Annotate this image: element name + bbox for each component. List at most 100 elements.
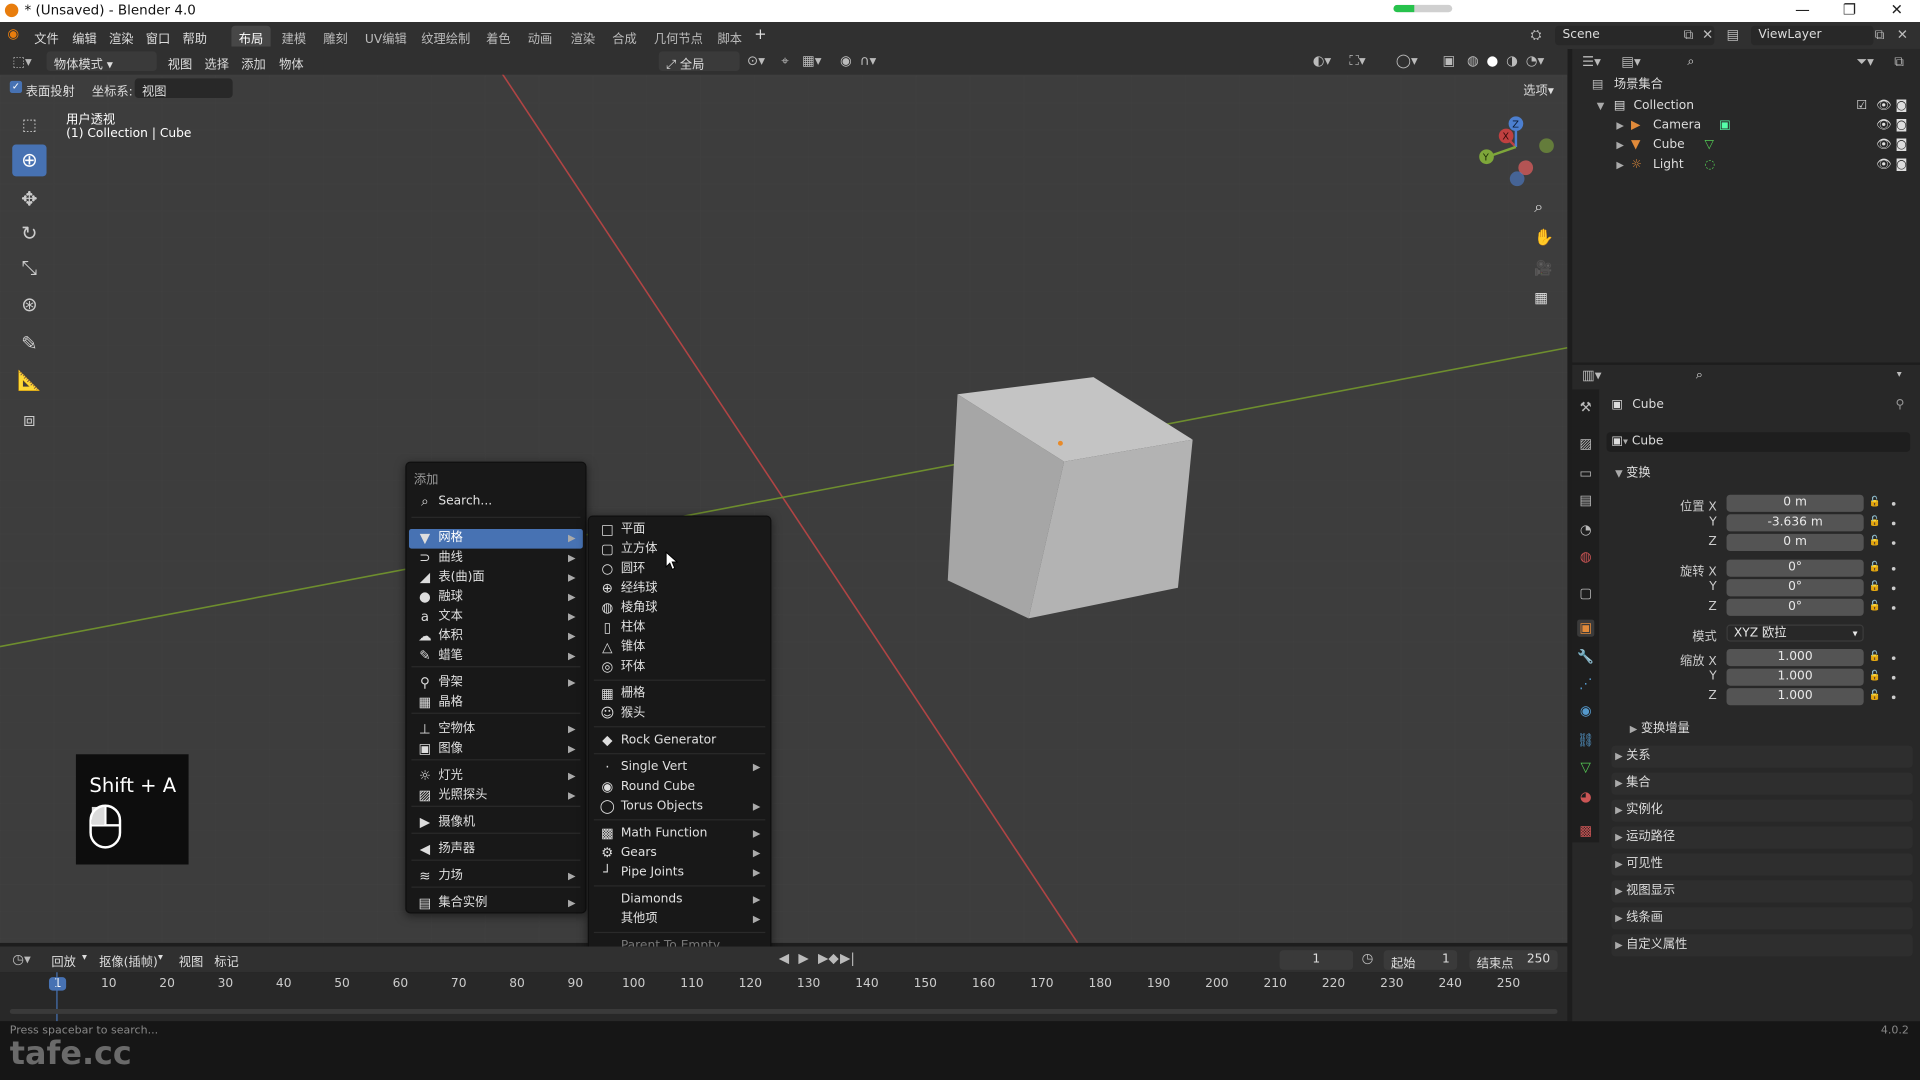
add-menu-item[interactable]: a 文本 ▶ bbox=[409, 607, 583, 627]
properties-section[interactable]: ▶ 可见性 bbox=[1611, 853, 1913, 876]
data-tab-icon[interactable]: ▽ bbox=[1577, 759, 1594, 776]
restore-icon[interactable]: ❐ bbox=[1843, 1, 1856, 18]
start-frame-field[interactable]: 起始 1 bbox=[1383, 950, 1458, 971]
scene-selector-icon[interactable]: ⛭ bbox=[1531, 27, 1542, 44]
properties-editor-icon[interactable]: ▥▾ bbox=[1582, 367, 1601, 383]
eye-icon[interactable]: 👁 bbox=[1876, 116, 1892, 136]
mesh-menu-item[interactable]: 其他项 ▶ bbox=[591, 910, 767, 930]
eye-icon[interactable]: 👁 bbox=[1876, 156, 1892, 176]
select-box-tool-icon[interactable]: ⬚ bbox=[12, 110, 46, 142]
material-shading-icon[interactable]: ◑ bbox=[1506, 53, 1518, 69]
move-tool-icon[interactable]: ✥ bbox=[12, 184, 46, 216]
tab-modeling[interactable]: 建模 bbox=[274, 26, 313, 46]
camera-render-icon[interactable]: ◙ bbox=[1896, 116, 1908, 136]
add-menu-item[interactable]: ▣ 图像 ▶ bbox=[409, 740, 583, 760]
falloff-icon[interactable]: ∩▾ bbox=[860, 53, 877, 69]
add-menu-item[interactable]: ▦ 晶格 bbox=[409, 693, 583, 713]
outliner-row-collection[interactable]: ▼ ▤ Collection ☑ 👁 ◙ bbox=[1572, 97, 1920, 117]
location-y-field[interactable]: -3.636 m bbox=[1726, 514, 1864, 532]
keyframe-dot-icon[interactable] bbox=[1891, 606, 1896, 610]
add-menu-item[interactable]: ◢ 表(曲)面 ▶ bbox=[409, 568, 583, 588]
add-menu-item[interactable]: ▤ 集合实例 ▶ bbox=[409, 894, 583, 914]
add-menu-item[interactable]: ● 融球 ▶ bbox=[409, 588, 583, 608]
keyframe-dot-icon[interactable] bbox=[1891, 695, 1896, 700]
new-view-layer-icon[interactable]: ⧉ bbox=[1875, 27, 1885, 44]
add-menu-item[interactable]: ✎ 蜡笔 ▶ bbox=[409, 647, 583, 667]
menu-edit[interactable]: 编辑 bbox=[72, 28, 96, 46]
mesh-menu-item[interactable]: ⚙ Gears ▶ bbox=[591, 844, 767, 864]
menu-render[interactable]: 渲染 bbox=[109, 28, 133, 46]
mesh-menu-item[interactable]: ◯ Torus Objects ▶ bbox=[591, 797, 767, 817]
pivot-icon[interactable]: ⊙▾ bbox=[747, 53, 765, 69]
outliner-row-light[interactable]: ▶ ☼ Light ◌ 👁 ◙ bbox=[1572, 156, 1920, 176]
lock-icon[interactable]: 🔓 bbox=[1869, 496, 1881, 507]
keyframe-dot-icon[interactable] bbox=[1891, 566, 1896, 571]
keyframe-dot-icon[interactable] bbox=[1891, 521, 1896, 526]
editor-type-icon[interactable]: ⬚▾ bbox=[12, 54, 31, 70]
xray-icon[interactable]: ▣ bbox=[1442, 53, 1455, 69]
pin-icon[interactable]: ⚲ bbox=[1896, 398, 1905, 411]
outliner-row-scene-collection[interactable]: ▤ 场景集合 bbox=[1572, 76, 1920, 96]
mesh-menu-item[interactable]: ┘ Pipe Joints ▶ bbox=[591, 863, 767, 883]
keyframe-dot-icon[interactable] bbox=[1891, 586, 1896, 591]
mesh-menu-item[interactable]: ◎ 环体 bbox=[591, 658, 767, 678]
properties-section[interactable]: ▶ 自定义属性 bbox=[1611, 934, 1913, 957]
object-tab-icon[interactable]: ▣ bbox=[1577, 619, 1595, 637]
tab-shading[interactable]: 着色 bbox=[479, 26, 518, 46]
tab-rendering[interactable]: 渲染 bbox=[563, 26, 602, 46]
object-name-field[interactable]: ▣▾ Cube bbox=[1606, 432, 1911, 452]
mesh-menu-item[interactable]: ▩ Math Function ▶ bbox=[591, 824, 767, 844]
camera-render-icon[interactable]: ◙ bbox=[1896, 136, 1908, 156]
display-mode-icon[interactable]: ▤▾ bbox=[1621, 54, 1640, 70]
lock-icon[interactable]: 🔓 bbox=[1869, 516, 1881, 527]
view-layer-tab-icon[interactable]: ▤ bbox=[1577, 492, 1594, 509]
scale-x-field[interactable]: 1.000 bbox=[1726, 648, 1864, 667]
scale-tool-icon[interactable]: ⤡ bbox=[12, 252, 46, 284]
tab-layout[interactable]: 布局 bbox=[231, 25, 271, 47]
keyframe-dot-icon[interactable] bbox=[1891, 502, 1896, 506]
timeline-menu-playback[interactable]: 回放 bbox=[51, 951, 75, 969]
output-tab-icon[interactable]: ▭ bbox=[1577, 465, 1594, 482]
current-frame-field[interactable]: 1 bbox=[1279, 950, 1354, 970]
tab-scripting[interactable]: 脚本 bbox=[710, 26, 749, 46]
delete-view-layer-icon[interactable]: ✕ bbox=[1897, 27, 1908, 43]
proportional-edit-icon[interactable]: ◉ bbox=[840, 53, 852, 69]
lock-icon[interactable]: 🔓 bbox=[1869, 535, 1881, 546]
add-cube-tool-icon[interactable]: ⧈ bbox=[12, 404, 46, 436]
keyframe-dot-icon[interactable] bbox=[1891, 675, 1896, 680]
viewport-menu-view[interactable]: 视图 bbox=[168, 54, 192, 72]
add-menu-item[interactable]: ☼ 灯光 ▶ bbox=[409, 767, 583, 787]
outliner-row-camera[interactable]: ▶ ▶ Camera ▣ 👁 ◙ bbox=[1572, 116, 1920, 136]
outliner-search-field[interactable]: ⌕ bbox=[1680, 52, 1791, 73]
mesh-menu-item[interactable]: · Single Vert ▶ bbox=[591, 758, 767, 778]
delta-transform-section[interactable]: ▶ 变换增量 bbox=[1626, 719, 1913, 741]
scale-z-field[interactable]: 1.000 bbox=[1726, 688, 1864, 706]
eye-icon[interactable]: 👁 bbox=[1876, 136, 1892, 156]
view-layer-field[interactable]: ViewLayer bbox=[1751, 25, 1874, 46]
solid-shading-icon[interactable]: ● bbox=[1487, 53, 1499, 69]
rotation-y-field[interactable]: 0° bbox=[1726, 579, 1864, 597]
particles-tab-icon[interactable]: ⋰ bbox=[1577, 676, 1594, 693]
play-icon[interactable]: ▶ bbox=[798, 950, 808, 966]
lock-icon[interactable]: 🔓 bbox=[1869, 600, 1881, 611]
overlay-icon[interactable]: ◯▾ bbox=[1396, 53, 1418, 69]
chevron-right-icon[interactable]: ▶ bbox=[1616, 116, 1624, 136]
snap-icon[interactable]: ⌖ bbox=[781, 53, 789, 70]
mesh-menu-item[interactable]: Diamonds ▶ bbox=[591, 890, 767, 910]
orientation-dropdown[interactable]: ⤢ 全局 bbox=[658, 51, 740, 72]
outliner-editor-icon[interactable]: ☰▾ bbox=[1582, 54, 1601, 70]
add-menu-item[interactable]: ⊥ 空物体 ▶ bbox=[409, 720, 583, 740]
3d-viewport[interactable] bbox=[0, 48, 1568, 943]
menu-window[interactable]: 窗口 bbox=[146, 28, 170, 46]
mesh-menu-item[interactable]: ⊕ 经纬球 bbox=[591, 579, 767, 599]
menu-help[interactable]: 帮助 bbox=[182, 28, 206, 46]
jump-end-icon[interactable]: ▶| bbox=[840, 950, 855, 966]
scene-tab-icon[interactable]: ◔ bbox=[1577, 522, 1594, 539]
location-z-field[interactable]: 0 m bbox=[1726, 533, 1864, 552]
timeline-menu-view[interactable]: 视图 bbox=[179, 951, 203, 969]
add-menu-search[interactable]: ⌕ Search... bbox=[409, 492, 583, 512]
mesh-menu-item[interactable]: ▯ 柱体 bbox=[591, 618, 767, 638]
new-collection-icon[interactable]: ⧉ bbox=[1894, 54, 1904, 71]
add-menu-item[interactable]: ▶ 摄像机 bbox=[409, 813, 583, 833]
timeline-menu-keying[interactable]: 抠像(插帧) bbox=[99, 951, 158, 969]
